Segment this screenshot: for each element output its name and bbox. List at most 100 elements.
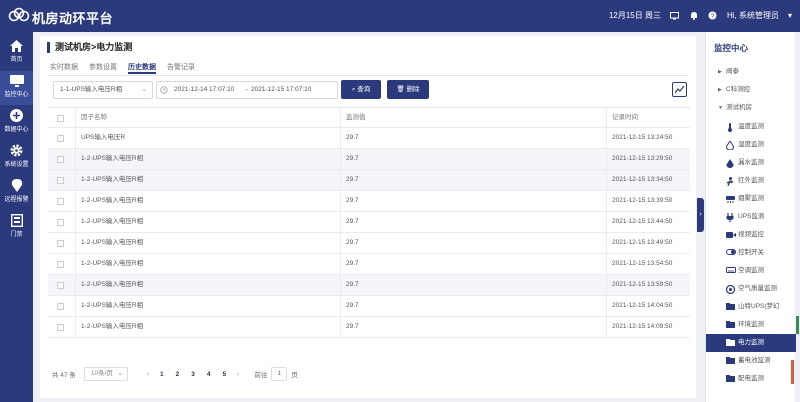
table-row[interactable]: 1-2-UPS输入电压R相 29.7 2021-12-15 13:54:50 bbox=[48, 254, 690, 275]
cell-factor-name: 1-2-UPS输入电压R相 bbox=[81, 239, 144, 246]
table-row[interactable]: 1-2-UPS输入电压R相 29.7 2021-12-15 14:09:50 bbox=[48, 317, 690, 338]
date-end[interactable]: 2021-12-15 17:07:10 bbox=[251, 82, 311, 98]
page-link[interactable]: 2 bbox=[176, 371, 180, 378]
row-checkbox[interactable] bbox=[57, 156, 64, 163]
tab-realtime-data[interactable]: 实时数据 bbox=[50, 62, 78, 74]
date-range-picker[interactable]: 2021-12-14 17:07:10 → 2021-12-15 17:07:1… bbox=[156, 81, 338, 99]
tree-item-label: 漏水监测 bbox=[738, 159, 764, 166]
header-factor-name[interactable]: 因子名称 bbox=[81, 108, 107, 128]
tree-group[interactable]: ▼ 测试机房 bbox=[706, 99, 796, 117]
delete-button[interactable]: 🗑 删除 bbox=[387, 80, 429, 99]
tree-item-video[interactable]: 视频监控 bbox=[706, 226, 796, 244]
page-link[interactable]: 4 bbox=[207, 371, 211, 378]
tree-group[interactable]: ▶ C科测控 bbox=[706, 81, 796, 99]
page-link[interactable]: 5 bbox=[223, 371, 227, 378]
row-checkbox[interactable] bbox=[57, 324, 64, 331]
tree-item-environment[interactable]: 环境监测 bbox=[706, 316, 796, 334]
table-row[interactable]: 1-2-UPS输入电压R相 29.7 2021-12-15 13:44:50 bbox=[48, 212, 690, 233]
nav-home[interactable]: 首页 bbox=[0, 36, 33, 70]
table-row[interactable]: 1-2-UPS输入电压R相 29.7 2021-12-15 13:59:50 bbox=[48, 275, 690, 296]
tree-item-humidity[interactable]: 湿度监测 bbox=[706, 136, 796, 154]
header-value[interactable]: 监测值 bbox=[346, 108, 366, 128]
tree-item-air-quality[interactable]: 空气质量监测 bbox=[706, 280, 796, 298]
tree-item-temperature[interactable]: 温度监测 bbox=[706, 118, 796, 136]
chevron-down-icon: ⌄ bbox=[117, 370, 123, 377]
side-marker bbox=[791, 360, 794, 384]
cell-factor-name: 1-2-UPS输入电压R相 bbox=[81, 260, 144, 267]
chart-view-button[interactable] bbox=[672, 82, 687, 97]
row-checkbox[interactable] bbox=[57, 261, 64, 268]
folder-icon bbox=[726, 339, 735, 346]
table-row[interactable]: UPS输入电压R 29.7 2021-12-15 13:24:50 bbox=[48, 128, 690, 149]
cell-value: 29.7 bbox=[346, 218, 359, 225]
page-link[interactable]: 3 bbox=[191, 371, 195, 378]
cell-time: 2021-12-15 13:59:50 bbox=[612, 281, 673, 288]
screen-icon[interactable] bbox=[670, 11, 680, 21]
next-page-icon[interactable]: › bbox=[237, 371, 239, 378]
tab-alarm-records[interactable]: 告警记录 bbox=[167, 62, 195, 74]
table-row[interactable]: 1-2-UPS输入电压R相 29.7 2021-12-15 13:49:50 bbox=[48, 233, 690, 254]
nav-system-settings[interactable]: 系统设置 bbox=[0, 140, 33, 174]
tree-item-power[interactable]: 电力监测 bbox=[706, 334, 796, 352]
user-greeting[interactable]: Hi, 系统管理员 bbox=[727, 10, 779, 21]
switch-icon bbox=[726, 249, 736, 255]
row-checkbox[interactable] bbox=[57, 240, 64, 247]
row-checkbox[interactable] bbox=[57, 135, 64, 142]
page-size-select[interactable]: 10条/页 ⌄ bbox=[83, 367, 128, 381]
tree-item-infrared[interactable]: 红外监测 bbox=[706, 172, 796, 190]
row-checkbox[interactable] bbox=[57, 219, 64, 226]
nav-data-center[interactable]: 数据中心 bbox=[0, 105, 33, 139]
cell-time: 2021-12-15 13:39:50 bbox=[612, 197, 673, 204]
calendar-icon bbox=[160, 86, 168, 94]
table-row[interactable]: 1-2-UPS输入电压R相 29.7 2021-12-15 13:34:50 bbox=[48, 170, 690, 191]
aircon-icon bbox=[726, 267, 736, 273]
caret-down-icon: ▼ bbox=[718, 105, 723, 111]
tree-item-battery[interactable]: 蓄电池监测 bbox=[706, 352, 796, 370]
search-label: 查询 bbox=[357, 86, 371, 93]
cell-factor-name: 1-2-UPS输入电压R相 bbox=[81, 323, 144, 330]
chevron-down-icon[interactable]: ▾ bbox=[788, 11, 792, 20]
factor-select[interactable]: 1-1-UPS输入电压R相 ⌄ bbox=[53, 81, 153, 99]
tree-item-label: 空调监测 bbox=[738, 267, 764, 274]
table-row[interactable]: 1-2-UPS输入电压R相 29.7 2021-12-15 13:39:50 bbox=[48, 191, 690, 212]
table-row[interactable]: 1-2-UPS输入电压R相 29.7 2021-12-15 14:04:50 bbox=[48, 296, 690, 317]
tree-item-ups[interactable]: UPS监测 bbox=[706, 208, 796, 226]
tab-parameter-settings[interactable]: 参数设置 bbox=[89, 62, 117, 74]
nav-monitor-center[interactable]: 监控中心 bbox=[0, 71, 33, 105]
bell-icon[interactable] bbox=[689, 11, 699, 21]
select-all-checkbox[interactable] bbox=[57, 115, 64, 122]
tree-group-label: 测试机房 bbox=[726, 104, 752, 111]
monitor-icon bbox=[9, 75, 24, 87]
nav-door-access[interactable]: 门禁 bbox=[0, 210, 33, 244]
tree-item-leak[interactable]: 漏水监测 bbox=[706, 154, 796, 172]
collapse-panel-button[interactable]: › bbox=[697, 198, 704, 232]
row-checkbox[interactable] bbox=[57, 177, 64, 184]
tree-group[interactable]: ▶ 阀泰 bbox=[706, 63, 796, 81]
cell-time: 2021-12-15 13:24:50 bbox=[612, 134, 673, 141]
page-link[interactable]: 1 bbox=[160, 371, 164, 378]
row-checkbox[interactable] bbox=[57, 303, 64, 310]
tree-item-distribution[interactable]: 配电监测 bbox=[706, 370, 796, 388]
date-start[interactable]: 2021-12-14 17:07:10 bbox=[174, 82, 234, 98]
row-checkbox[interactable] bbox=[57, 282, 64, 289]
cell-factor-name: 1-2-UPS输入电压R相 bbox=[81, 302, 144, 309]
nav-remote-alarm[interactable]: 远程报警 bbox=[0, 175, 33, 209]
goto-page-input[interactable]: 1 bbox=[271, 367, 288, 381]
tree-item-label: 红外监测 bbox=[738, 177, 764, 184]
top-bar: 机房动环平台 12月15日 周三 ? Hi, 系统管理员 ▾ bbox=[0, 0, 800, 32]
help-icon[interactable]: ? bbox=[708, 11, 718, 21]
search-button[interactable]: ⌕ 查询 bbox=[341, 80, 381, 99]
header-record-time[interactable]: 记录时间 bbox=[612, 108, 638, 128]
tree-item-switch[interactable]: 控制开关 bbox=[706, 244, 796, 262]
cell-factor-name: 1-2-UPS输入电压R相 bbox=[81, 176, 144, 183]
tree-item-ups-folder[interactable]: 山特UPS(梦幻 bbox=[706, 298, 796, 316]
line-chart-icon bbox=[674, 85, 684, 93]
tab-history-data[interactable]: 历史数据 bbox=[128, 62, 156, 74]
tree-item-aircon[interactable]: 空调监测 bbox=[706, 262, 796, 280]
tree-item-smoke[interactable]: 烟雾监测 bbox=[706, 190, 796, 208]
cell-value: 29.7 bbox=[346, 323, 359, 330]
prev-page-icon[interactable]: ‹ bbox=[147, 371, 149, 378]
camera-icon bbox=[726, 232, 736, 238]
table-row[interactable]: 1-2-UPS输入电压R相 29.7 2021-12-15 13:29:50 bbox=[48, 149, 690, 170]
row-checkbox[interactable] bbox=[57, 198, 64, 205]
